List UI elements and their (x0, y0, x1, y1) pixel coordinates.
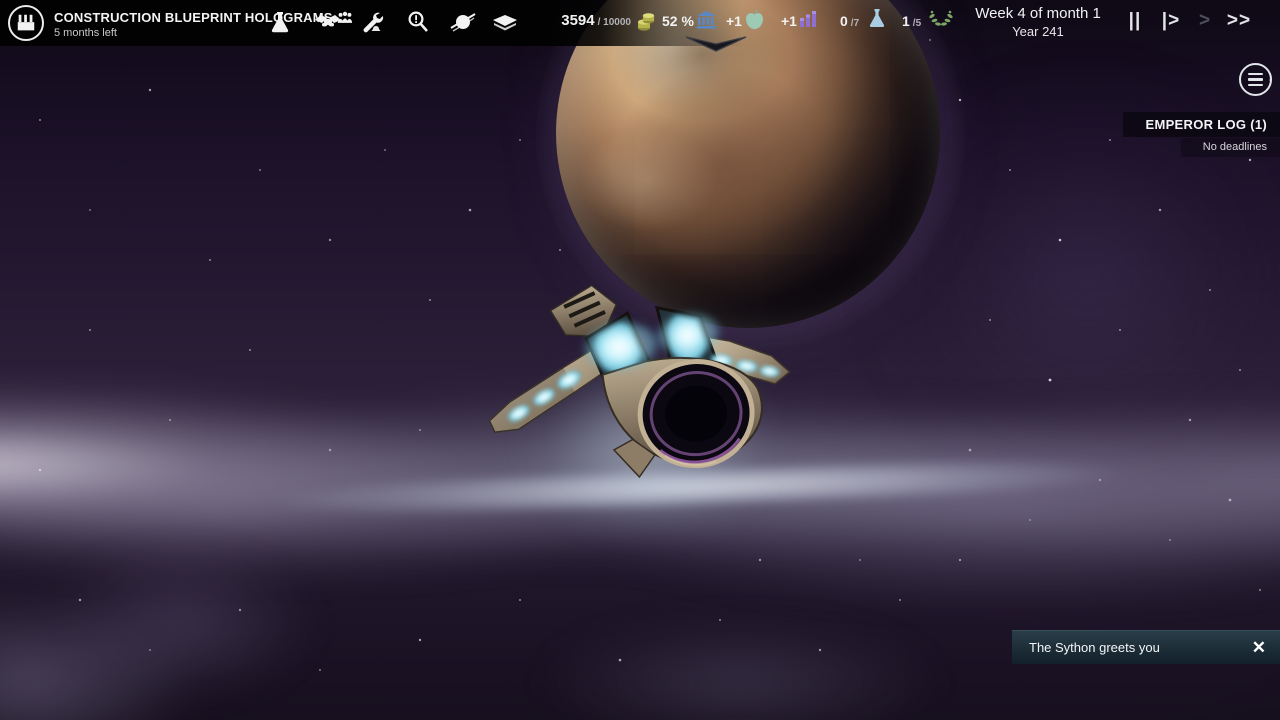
nebula-bottom-left (0, 540, 440, 720)
research-readout: 0 /7 (840, 13, 859, 29)
project-time-left: 5 months left (54, 27, 117, 39)
coins-icon (636, 10, 656, 34)
production-readout: +1 (781, 13, 797, 29)
pause-button[interactable]: || (1118, 10, 1152, 32)
credits-max: / 10000 (598, 17, 631, 28)
credits-value: 3594 (561, 12, 594, 29)
fast-speed-button[interactable]: > (1188, 10, 1222, 32)
engineering-wrench-icon[interactable] (358, 8, 386, 36)
notification-text: The Sython greets you (1012, 640, 1160, 655)
bar-chart-icon (800, 11, 818, 27)
production-delta: +1 (781, 13, 797, 29)
hamburger-menu-button[interactable] (1239, 63, 1272, 96)
factory-icon (8, 5, 44, 41)
diplomacy-handshake-icon[interactable] (314, 8, 342, 36)
food-readout: +1 (726, 13, 742, 29)
nebula-bottom-center (460, 600, 1020, 720)
emperor-log-header[interactable]: EMPEROR LOG (1) (1123, 112, 1280, 137)
research-flask-icon[interactable] (266, 8, 294, 36)
treasury-readout: 52 % (662, 13, 694, 29)
date-week: Week 4 of month 1 (948, 5, 1128, 22)
hamburger-line (1248, 78, 1263, 80)
influence-readout: 1 /5 (902, 13, 921, 29)
ringed-planet-icon[interactable] (449, 8, 477, 36)
research-flask-blue-icon (868, 8, 886, 29)
apple-icon (745, 9, 764, 30)
game-date: Week 4 of month 1 Year 241 (948, 5, 1128, 39)
inspect-magnifier-icon[interactable] (404, 8, 432, 36)
influence-max: /5 (913, 18, 921, 29)
treasury-pct: 52 % (662, 13, 694, 29)
notification-banner[interactable]: The Sython greets you ✕ (1012, 630, 1280, 664)
game-viewport: CONSTRUCTION BLUEPRINT HOLOGRAMS 5 month… (0, 0, 1280, 720)
topbar-expand-chevron[interactable] (684, 36, 748, 54)
research-max: /7 (851, 18, 859, 29)
bank-icon (697, 11, 716, 29)
research-value: 0 (840, 13, 848, 29)
food-delta: +1 (726, 13, 742, 29)
play-button[interactable]: |> (1154, 10, 1188, 32)
close-icon[interactable]: ✕ (1252, 638, 1266, 658)
spaceship[interactable] (455, 276, 795, 484)
hamburger-line (1248, 84, 1263, 86)
credits-readout: 3594 / 10000 (505, 12, 631, 29)
fastest-speed-button[interactable]: >> (1222, 10, 1256, 32)
influence-value: 1 (902, 13, 910, 29)
hamburger-line (1248, 73, 1263, 75)
date-year: Year 241 (948, 24, 1128, 39)
emperor-log-status: No deadlines (1181, 138, 1280, 157)
